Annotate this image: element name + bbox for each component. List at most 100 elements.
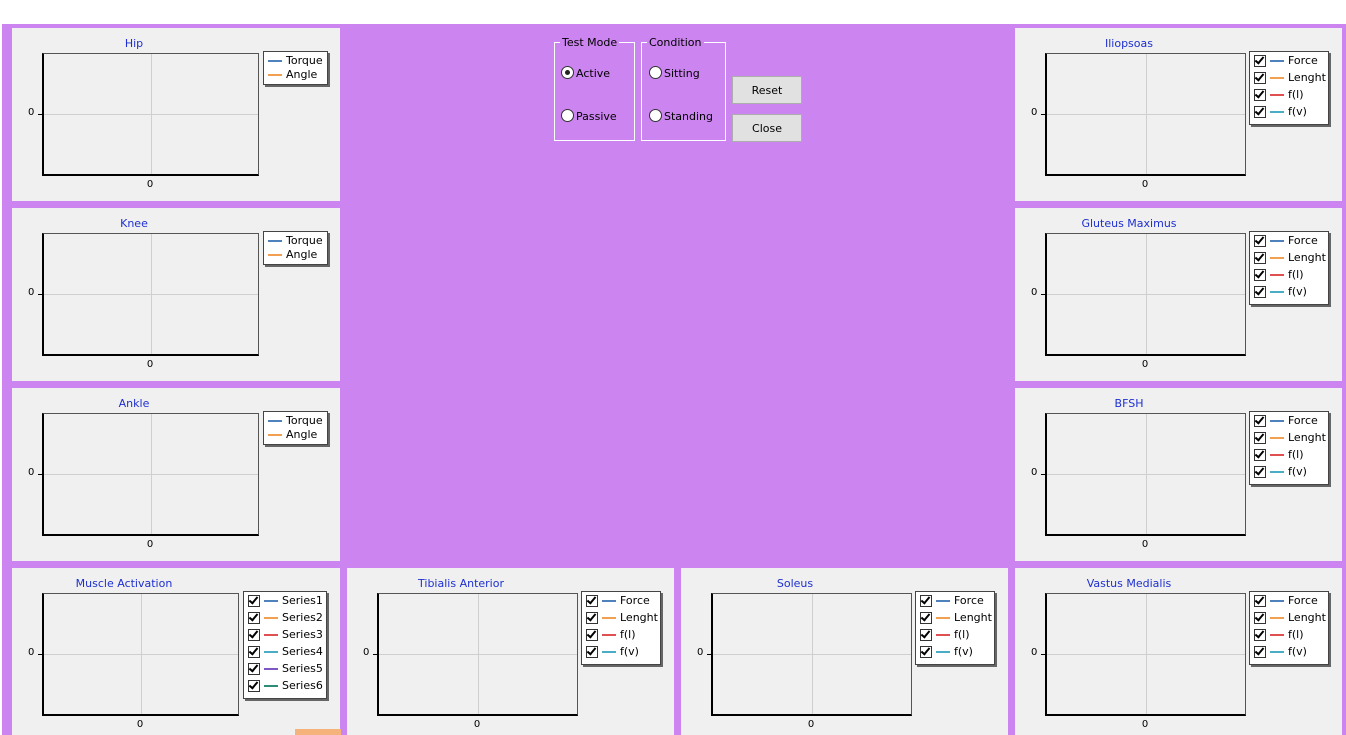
series-swatch xyxy=(936,634,950,636)
radio-passive[interactable]: Passive xyxy=(561,109,617,123)
legend-checkbox[interactable] xyxy=(1254,466,1266,478)
legend-checkbox[interactable] xyxy=(1254,72,1266,84)
legend-label: f(l) xyxy=(620,628,636,641)
chart-title: Gluteus Maximus xyxy=(1081,217,1177,230)
series-swatch xyxy=(264,600,278,602)
series-swatch xyxy=(1270,634,1284,636)
legend-checkbox[interactable] xyxy=(920,612,932,624)
legend-checkbox[interactable] xyxy=(1254,595,1266,607)
legend-checkbox[interactable] xyxy=(1254,235,1266,247)
series-swatch xyxy=(268,60,282,62)
legend-label: Series3 xyxy=(282,628,323,641)
gridline-horizontal xyxy=(1047,114,1245,115)
legend-checkbox[interactable] xyxy=(586,629,598,641)
radio-passive-label: Passive xyxy=(576,110,617,123)
legend-checkbox[interactable] xyxy=(1254,55,1266,67)
series-swatch xyxy=(268,420,282,422)
series-swatch xyxy=(1270,437,1284,439)
legend-checkbox[interactable] xyxy=(586,612,598,624)
legend-checkbox[interactable] xyxy=(248,663,260,675)
legend-checkbox[interactable] xyxy=(248,680,260,692)
radio-active-indicator[interactable] xyxy=(561,66,574,79)
x-tick-label: 0 xyxy=(146,179,154,190)
legend-label: f(l) xyxy=(1288,448,1304,461)
legend-checkbox[interactable] xyxy=(248,595,260,607)
condition-group: Condition Sitting Standing xyxy=(641,36,726,141)
series-swatch xyxy=(268,254,282,256)
legend-checkbox[interactable] xyxy=(1254,646,1266,658)
y-tick-mark xyxy=(38,654,42,655)
radio-active[interactable]: Active xyxy=(561,66,610,80)
legend-checkbox[interactable] xyxy=(1254,612,1266,624)
chart-panel-bfsh: BFSH 0 0 Force Lenght f(l) f(v) xyxy=(1015,388,1342,561)
gridline-horizontal xyxy=(44,114,258,115)
legend-checkbox[interactable] xyxy=(1254,286,1266,298)
y-tick-mark xyxy=(38,474,42,475)
y-tick-label: 0 xyxy=(28,107,35,118)
series-swatch xyxy=(1270,454,1284,456)
radio-sitting[interactable]: Sitting xyxy=(649,66,700,80)
chart-panel-gluteus-maximus: Gluteus Maximus 0 0 Force Lenght f(l) f(v) xyxy=(1015,208,1342,381)
y-tick-label: 0 xyxy=(1031,467,1038,478)
series-swatch xyxy=(602,651,616,653)
legend-label: Lenght xyxy=(1288,431,1326,444)
legend-checkbox[interactable] xyxy=(248,629,260,641)
series-swatch xyxy=(264,634,278,636)
legend-label: f(v) xyxy=(1288,645,1307,658)
gridline-horizontal xyxy=(1047,474,1245,475)
legend: Force Lenght f(l) f(v) xyxy=(1249,231,1329,305)
y-tick-label: 0 xyxy=(697,647,704,658)
series-swatch xyxy=(1270,60,1284,62)
x-tick-label: 0 xyxy=(136,719,144,730)
series-swatch xyxy=(1270,617,1284,619)
legend-checkbox[interactable] xyxy=(920,646,932,658)
series-swatch xyxy=(1270,257,1284,259)
chart-title: Hip xyxy=(124,37,144,50)
chart-panel-ankle: Ankle 0 0 Torque Angle xyxy=(12,388,340,561)
legend-checkbox[interactable] xyxy=(586,646,598,658)
radio-standing-indicator[interactable] xyxy=(649,109,662,122)
legend: Force Lenght f(l) f(v) xyxy=(1249,591,1329,665)
legend-checkbox[interactable] xyxy=(1254,415,1266,427)
legend-checkbox[interactable] xyxy=(1254,629,1266,641)
y-tick-mark xyxy=(38,294,42,295)
gridline-horizontal xyxy=(1047,654,1245,655)
chart-panel-soleus: Soleus 0 0 Force Lenght f(l) f(v) xyxy=(681,568,1008,735)
radio-passive-indicator[interactable] xyxy=(561,109,574,122)
y-tick-mark xyxy=(1041,294,1045,295)
legend-checkbox[interactable] xyxy=(248,612,260,624)
plot-area xyxy=(711,593,912,716)
series-swatch xyxy=(1270,471,1284,473)
legend-label: Lenght xyxy=(620,611,658,624)
legend-checkbox[interactable] xyxy=(1254,106,1266,118)
legend-checkbox[interactable] xyxy=(1254,89,1266,101)
series-swatch xyxy=(1270,274,1284,276)
y-tick-mark xyxy=(707,654,711,655)
chart-panel-tibialis-anterior: Tibialis Anterior 0 0 Force Lenght f(l) f(v) xyxy=(347,568,674,735)
legend-checkbox[interactable] xyxy=(920,629,932,641)
series-swatch xyxy=(264,651,278,653)
legend-checkbox[interactable] xyxy=(248,646,260,658)
test-mode-title: Test Mode xyxy=(560,36,620,49)
legend-label: f(l) xyxy=(954,628,970,641)
radio-sitting-indicator[interactable] xyxy=(649,66,662,79)
y-tick-label: 0 xyxy=(1031,107,1038,118)
legend-checkbox[interactable] xyxy=(1254,449,1266,461)
legend-label: Force xyxy=(620,594,650,607)
y-tick-label: 0 xyxy=(1031,647,1038,658)
close-button[interactable]: Close xyxy=(732,114,802,142)
legend-label: Series1 xyxy=(282,594,323,607)
radio-standing[interactable]: Standing xyxy=(649,109,713,123)
legend-checkbox[interactable] xyxy=(1254,432,1266,444)
legend-checkbox[interactable] xyxy=(920,595,932,607)
legend-checkbox[interactable] xyxy=(1254,252,1266,264)
legend-checkbox[interactable] xyxy=(586,595,598,607)
reset-button[interactable]: Reset xyxy=(732,76,802,104)
chart-panel-vastus-medialis: Vastus Medialis 0 0 Force Lenght f(l) f(v) xyxy=(1015,568,1342,735)
y-tick-label: 0 xyxy=(28,467,35,478)
chart-panel-iliopsoas: Iliopsoas 0 0 Force Lenght f(l) f(v) xyxy=(1015,28,1342,201)
radio-active-label: Active xyxy=(576,67,611,80)
legend-checkbox[interactable] xyxy=(1254,269,1266,281)
legend-label: Lenght xyxy=(1288,71,1326,84)
series-swatch xyxy=(264,617,278,619)
